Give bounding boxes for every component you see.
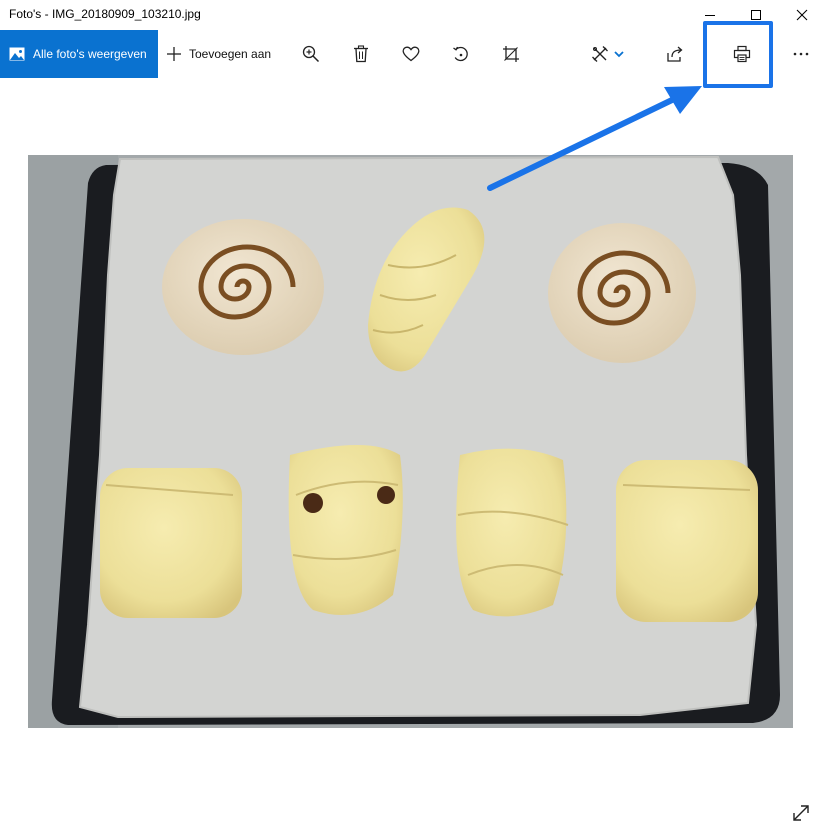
share-icon <box>667 46 683 62</box>
expand-icon <box>793 805 809 821</box>
add-to-label: Toevoegen aan <box>189 47 272 61</box>
rotate-icon <box>453 46 468 62</box>
more-button[interactable] <box>783 30 819 78</box>
share-button[interactable] <box>657 30 693 78</box>
crop-button[interactable] <box>493 30 529 78</box>
print-highlight-box <box>703 21 773 88</box>
plus-icon <box>166 46 182 62</box>
close-button[interactable] <box>779 0 825 30</box>
title-bar: Foto's - IMG_20180909_103210.jpg <box>0 0 825 30</box>
maximize-icon <box>751 10 761 20</box>
zoom-in-icon <box>302 45 320 63</box>
photo-image <box>28 155 793 728</box>
zoom-button[interactable] <box>293 30 329 78</box>
edit-dropdown-button[interactable] <box>606 30 632 78</box>
crop-icon <box>503 46 519 62</box>
all-photos-button[interactable]: Alle foto's weergeven <box>0 30 158 78</box>
close-icon <box>796 9 808 21</box>
favorite-button[interactable] <box>393 30 429 78</box>
fullscreen-button[interactable] <box>788 800 814 826</box>
chevron-down-icon <box>614 51 624 58</box>
delete-icon <box>354 45 368 63</box>
all-photos-label: Alle foto's weergeven <box>33 47 147 61</box>
favorite-icon <box>402 46 420 62</box>
delete-button[interactable] <box>343 30 379 78</box>
rotate-button[interactable] <box>443 30 479 78</box>
toolbar: Alle foto's weergeven Toevoegen aan <box>0 30 825 78</box>
add-to-button[interactable]: Toevoegen aan <box>166 30 271 78</box>
photos-icon <box>9 47 25 61</box>
window-title: Foto's - IMG_20180909_103210.jpg <box>9 7 201 21</box>
more-icon <box>793 52 809 56</box>
photo-viewer[interactable] <box>28 155 793 728</box>
minimize-icon <box>705 15 715 16</box>
